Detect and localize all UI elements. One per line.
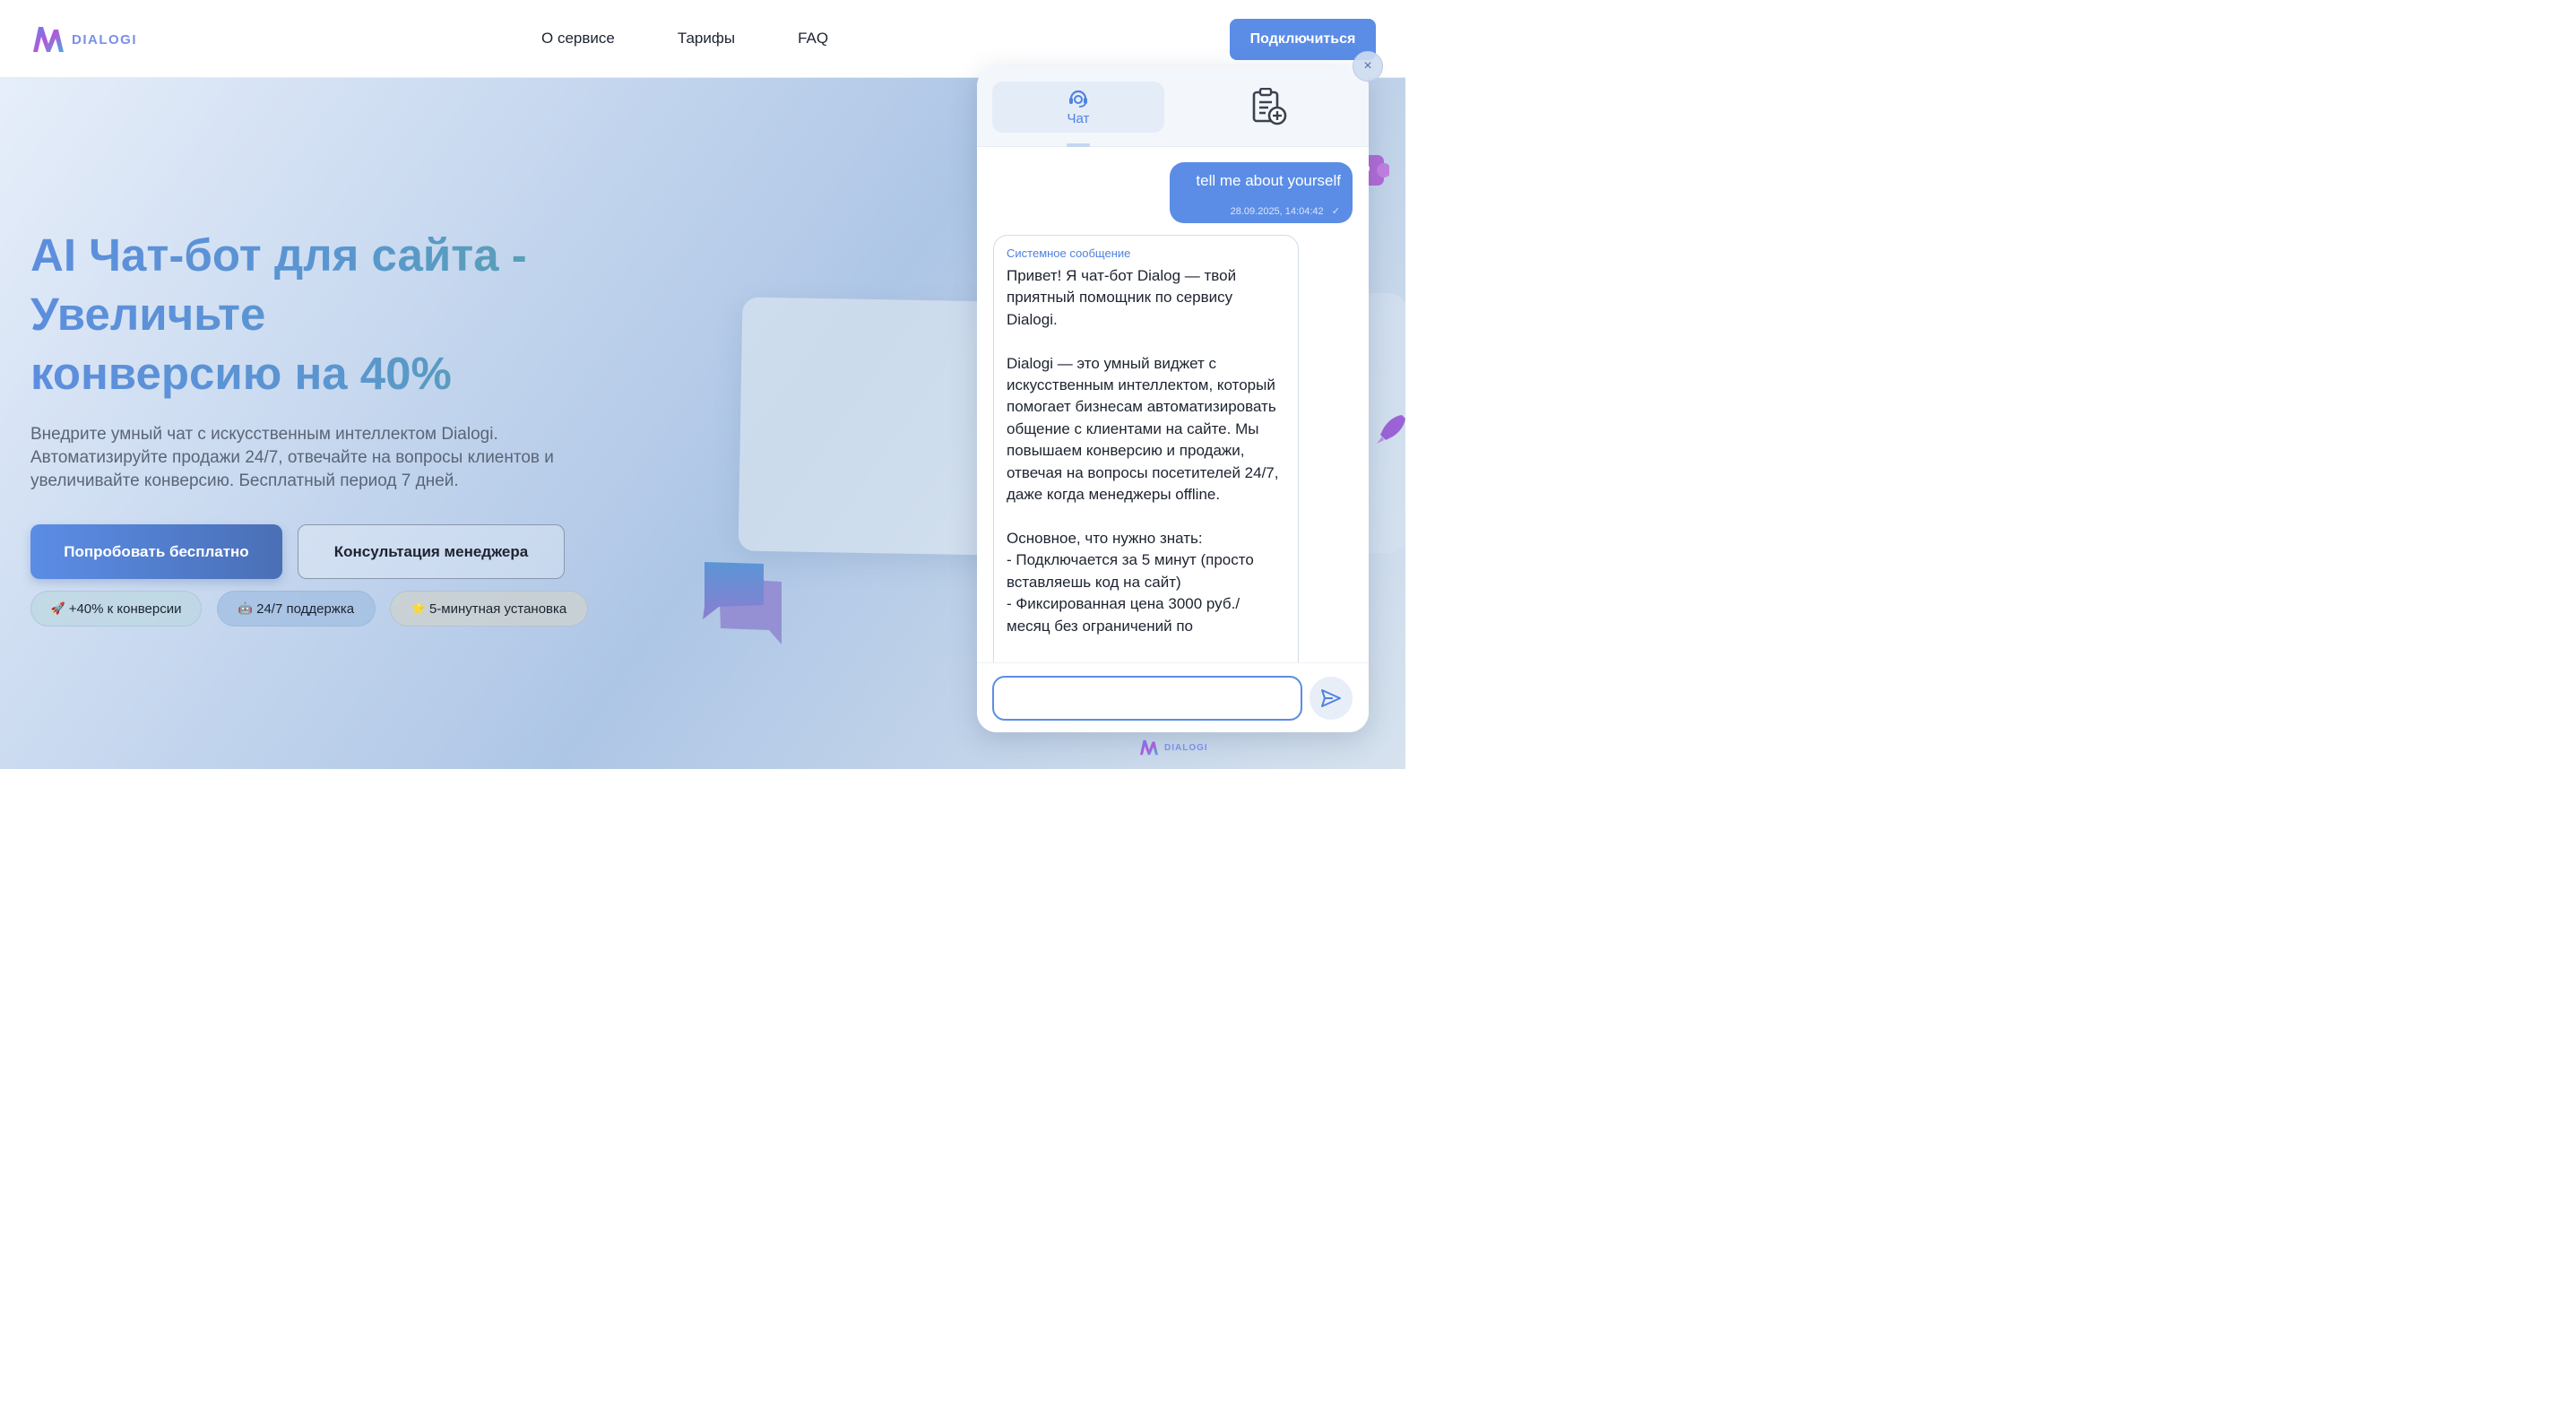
tab-chat[interactable]: Чат (992, 82, 1164, 133)
chat-input-bar (977, 662, 1369, 732)
badge-text: 24/7 поддержка (256, 601, 355, 617)
logo-text: DIALOGI (72, 31, 137, 48)
user-message: tell me about yourself 28.09.2025, 14:04… (1170, 162, 1353, 223)
star-icon: ⭐ (411, 601, 426, 615)
hero-title-line: конверсию на 40% (30, 348, 452, 399)
manager-consultation-button[interactable]: Консультация менеджера (298, 524, 565, 579)
support-agent-icon (1069, 90, 1087, 108)
close-widget-button[interactable]: × (1353, 51, 1383, 82)
tab-chat-label: Чат (1067, 111, 1090, 126)
chat-bubbles-icon (703, 562, 782, 644)
widget-brand-text: DIALOGI (1164, 742, 1208, 753)
check-icon: ✓ (1331, 206, 1340, 217)
hero-title: AI Чат-бот для сайта - Увеличьте конверс… (30, 226, 658, 403)
widget-branding[interactable]: DIALOGI (1138, 739, 1208, 756)
try-free-button[interactable]: Попробовать бесплатно (30, 524, 282, 579)
close-icon: × (1363, 58, 1372, 73)
nav-about[interactable]: О сервисе (541, 30, 615, 48)
chat-messages[interactable]: tell me about yourself 28.09.2025, 14:04… (977, 147, 1369, 683)
badge-conversion: 🚀 +40% к конверсии (30, 591, 202, 627)
badge-text: 5-минутная установка (428, 601, 567, 617)
logo[interactable]: DIALOGI (30, 24, 137, 55)
send-button[interactable] (1310, 677, 1353, 720)
hero-title-line: Увеличьте (30, 289, 266, 340)
hero-subtitle: Внедрите умный чат с искусственным интел… (30, 425, 554, 490)
chat-widget: Чат tell me about yourself 28.09.2025, 1… (977, 66, 1369, 732)
badge-text: +40% к конверсии (68, 601, 182, 617)
connect-button[interactable]: Подключиться (1230, 19, 1376, 60)
main-nav: О сервисе Тарифы FAQ (541, 30, 828, 48)
logo-icon (33, 27, 64, 52)
message-timestamp: 28.09.2025, 14:04:42 (1230, 206, 1324, 217)
widget-tabs: Чат (977, 66, 1369, 147)
bot-message-sender: Системное сообщение (1007, 246, 1131, 260)
nav-faq[interactable]: FAQ (798, 30, 828, 48)
logo-icon (1140, 739, 1158, 756)
robot-icon: 🤖 (238, 601, 254, 615)
decorative-card (738, 297, 1003, 556)
bot-message: Системное сообщение Привет! Я чат-бот Di… (993, 235, 1299, 683)
hero-title-line: AI Чат-бот для сайта - (30, 229, 527, 281)
user-message-text: tell me about yourself (1196, 172, 1341, 189)
nav-pricing[interactable]: Тарифы (678, 30, 735, 48)
rocket-icon: 🚀 (50, 601, 65, 615)
clipboard-add-icon[interactable] (1251, 88, 1287, 125)
send-icon (1321, 689, 1341, 707)
rocket-icon (1377, 415, 1405, 444)
user-message-meta: 28.09.2025, 14:04:42 ✓ (1231, 205, 1340, 217)
badge-support: 🤖 24/7 поддержка (217, 591, 376, 627)
badge-install: ⭐ 5-минутная установка (390, 591, 588, 627)
chat-message-input[interactable] (992, 676, 1302, 721)
bot-message-text: Привет! Я чат-бот Dialog — твой приятный… (1007, 267, 1279, 635)
